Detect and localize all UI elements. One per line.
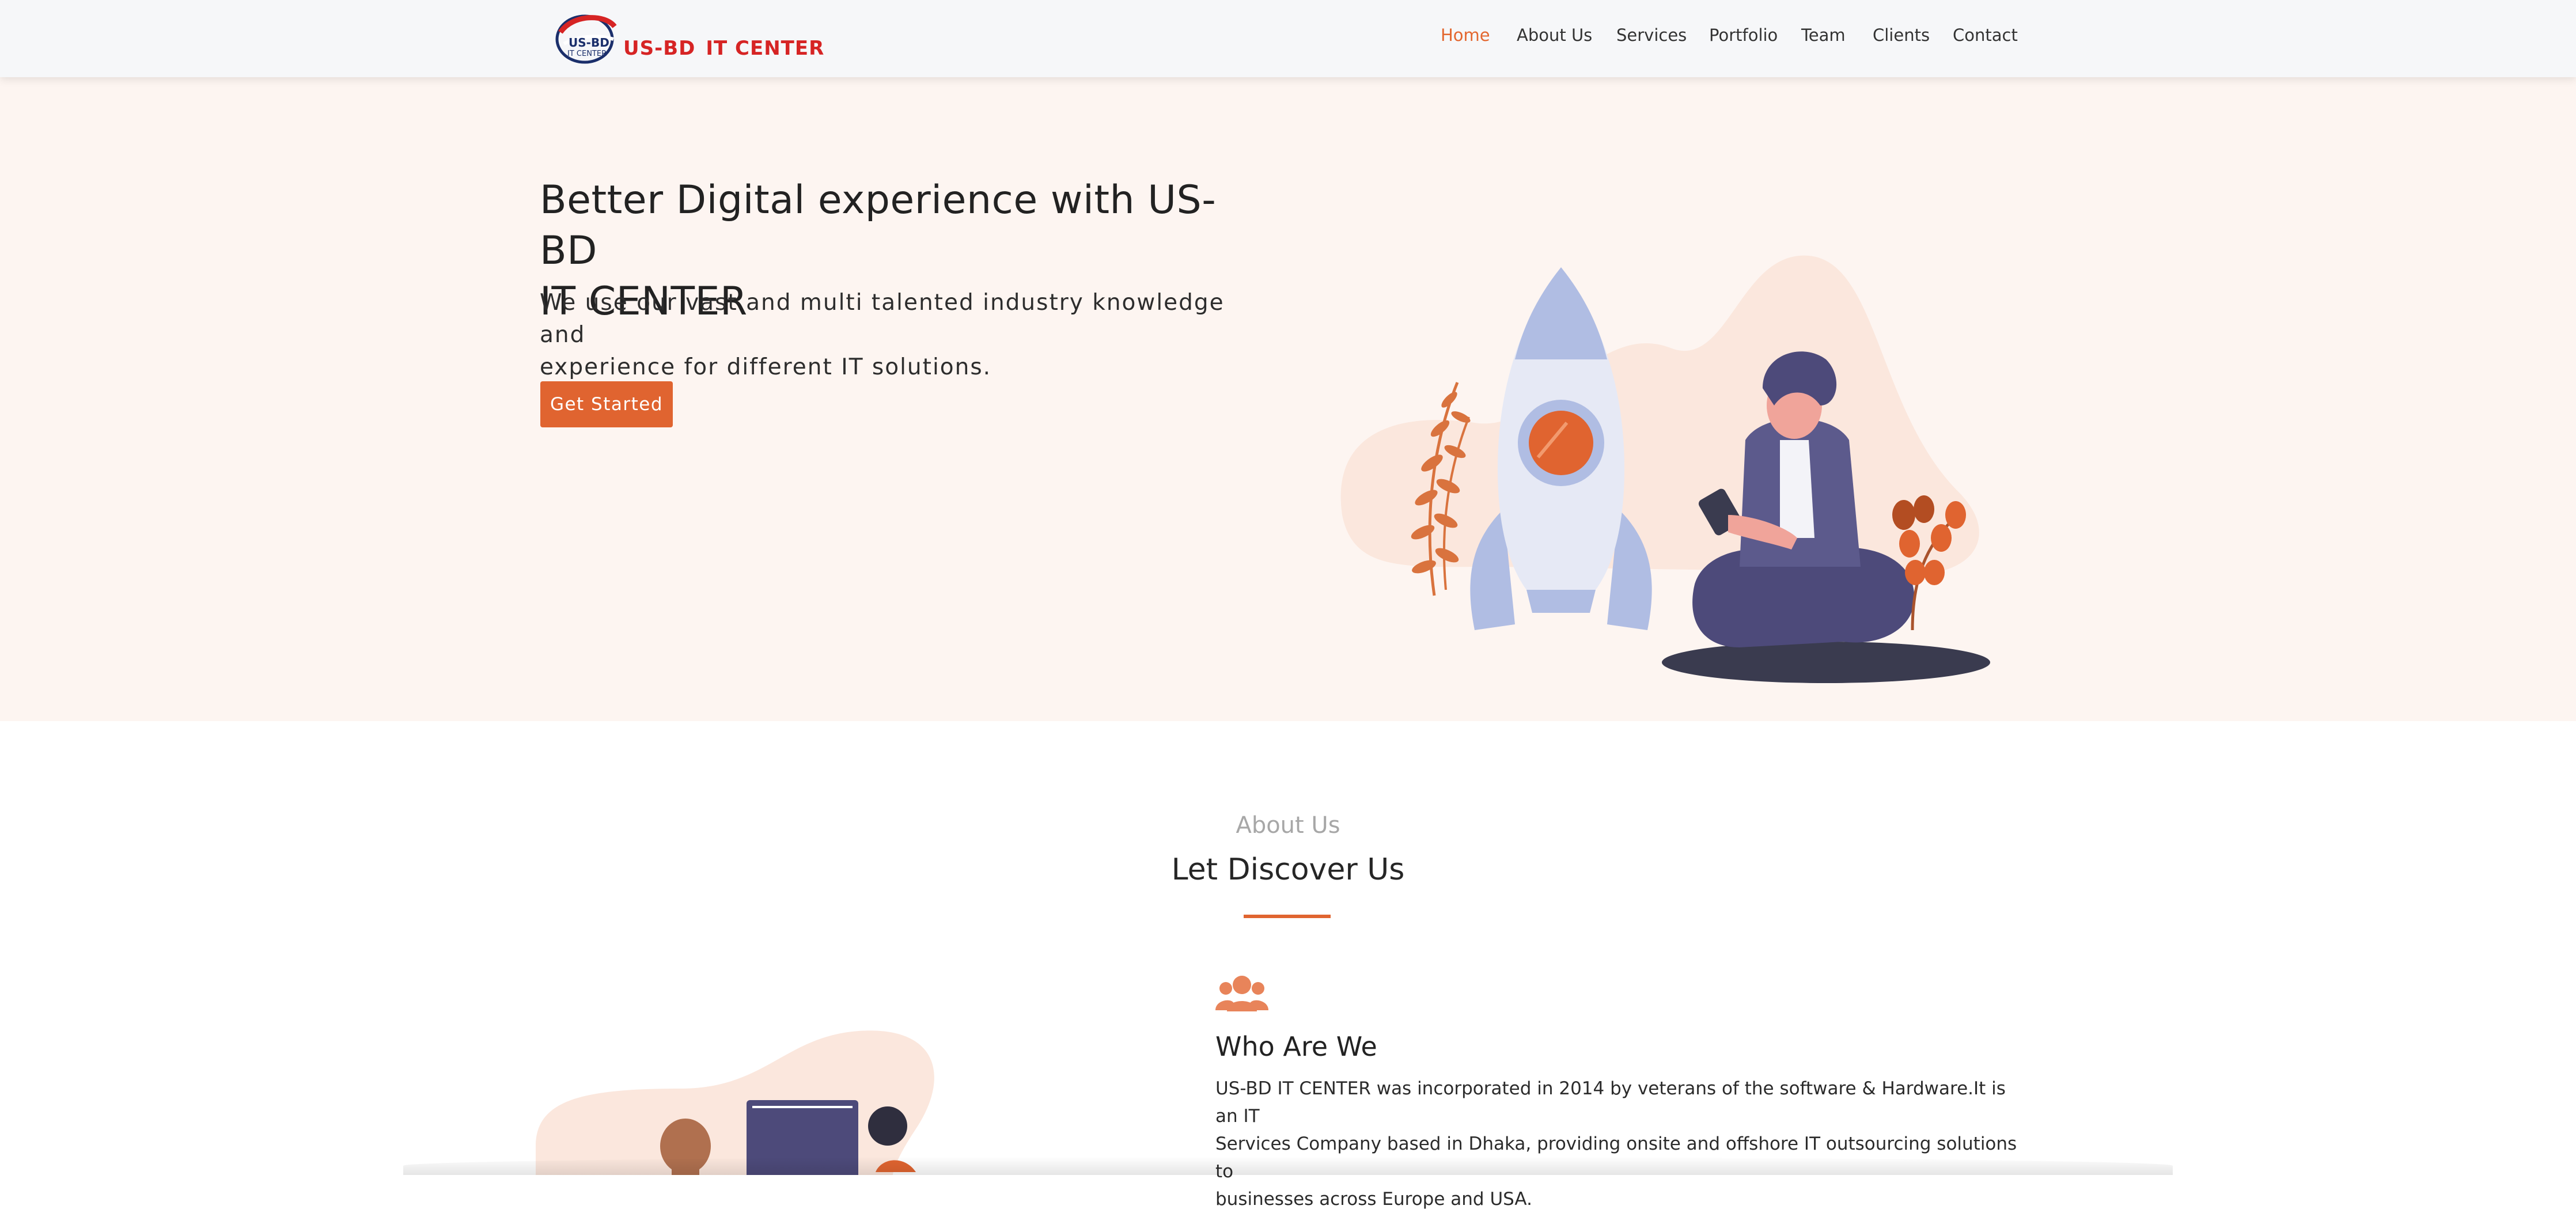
nav-clients[interactable]: Clients bbox=[1873, 25, 1930, 45]
brand-logo[interactable]: US-BD IT CENTER US-BD IT CENTER bbox=[550, 9, 824, 67]
hero-section: Better Digital experience with US-BD IT … bbox=[0, 77, 2576, 721]
who-are-we-text: US-BD IT CENTER was incorporated in 2014… bbox=[1215, 1075, 2022, 1213]
logo-mark-subtext: IT CENTER bbox=[567, 50, 607, 58]
wordmark-part1: US-BD bbox=[623, 37, 696, 60]
brand-wordmark: US-BD IT CENTER bbox=[623, 37, 824, 60]
nav-about-us[interactable]: About Us bbox=[1517, 25, 1592, 45]
about-eyebrow: About Us bbox=[1236, 812, 1340, 839]
nav-services[interactable]: Services bbox=[1616, 25, 1687, 45]
hero-subtitle-line1: We use our vast and multi talented indus… bbox=[540, 290, 1225, 348]
hero-title-line1: Better Digital experience with US-BD bbox=[540, 177, 1217, 274]
who-text-line3: businesses across Europe and USA. bbox=[1215, 1189, 1532, 1210]
nav-contact[interactable]: Contact bbox=[1953, 25, 2018, 45]
nav-home[interactable]: Home bbox=[1441, 25, 1490, 45]
about-heading: Let Discover Us bbox=[1171, 852, 1405, 887]
scroll-shadow bbox=[403, 1157, 2173, 1175]
top-navbar: US-BD IT CENTER US-BD IT CENTER Home Abou… bbox=[0, 0, 2576, 77]
rocket-person-illustration bbox=[1340, 255, 1990, 683]
hero-subtitle: We use our vast and multi talented indus… bbox=[540, 287, 1254, 384]
logo-mark-text: US-BD bbox=[569, 36, 609, 50]
wordmark-part2: IT CENTER bbox=[706, 37, 825, 60]
heading-divider bbox=[1244, 915, 1331, 918]
who-are-we-heading: Who Are We bbox=[1215, 1031, 1377, 1062]
nav-portfolio[interactable]: Portfolio bbox=[1709, 25, 1778, 45]
team-laptop-illustration bbox=[536, 1030, 934, 1175]
nav-team[interactable]: Team bbox=[1801, 25, 1846, 45]
who-text-line1: US-BD IT CENTER was incorporated in 2014… bbox=[1215, 1078, 2006, 1127]
get-started-button[interactable]: Get Started bbox=[540, 381, 673, 427]
users-icon bbox=[1215, 976, 1268, 1011]
hero-subtitle-line2: experience for different IT solutions. bbox=[540, 354, 992, 380]
